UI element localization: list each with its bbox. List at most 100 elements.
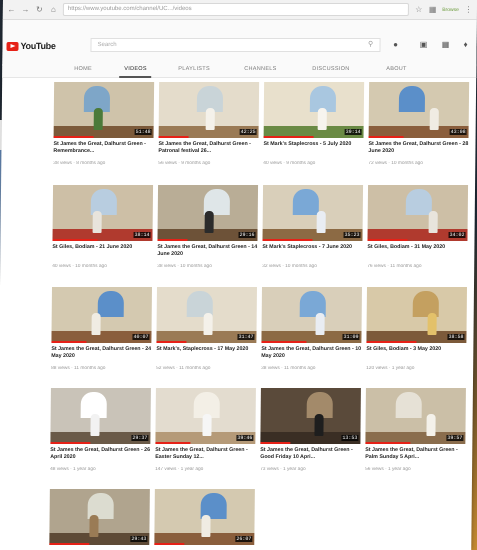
video-duration: 29:16: [238, 232, 256, 238]
video-thumbnail[interactable]: 29:43: [49, 489, 150, 545]
video-duration: 39:14: [344, 129, 362, 135]
video-card[interactable]: 40:07 St James the Great, Dalhurst Green …: [51, 287, 152, 377]
watched-progress-bar: [157, 239, 188, 241]
video-card[interactable]: 29:43: [49, 489, 150, 547]
video-title[interactable]: St James the Great, Dalhurst Green - 26 …: [50, 447, 150, 460]
watched-progress-bar: [262, 239, 313, 241]
watched-progress-bar: [52, 239, 98, 241]
video-duration: 40:07: [132, 334, 150, 340]
video-meta: 38 views · 11 months ago: [261, 366, 316, 371]
video-title[interactable]: St James the Great, Dalhurst Green - Pat…: [158, 141, 258, 154]
video-duration: 13:53: [341, 435, 359, 441]
video-title[interactable]: St Giles, Bodiam - 3 May 2020: [366, 346, 466, 359]
video-title[interactable]: St James the Great, Dalhurst Green - Pal…: [365, 447, 465, 460]
watched-progress-bar: [366, 341, 417, 343]
watched-progress-bar: [261, 341, 307, 343]
thumbnail-figure: [91, 313, 101, 335]
video-card[interactable]: 13:53 St James the Great, Dalhurst Green …: [260, 388, 361, 478]
video-thumbnail[interactable]: 38:14: [52, 185, 154, 241]
video-thumbnail[interactable]: 31:47: [156, 287, 257, 343]
video-thumbnail[interactable]: 31:09: [261, 287, 362, 343]
video-card[interactable]: 26:07: [154, 489, 255, 547]
video-card[interactable]: 35:23 St Mark's Staplecross - 7 June 2020…: [262, 185, 364, 275]
video-card[interactable]: 29:16 St James the Great, Dalhurst Green …: [157, 185, 259, 275]
video-title[interactable]: St James the Great, Dalhurst Green - 24 …: [51, 346, 151, 359]
video-card[interactable]: 38:14 St Giles, Bodiam - 21 June 2020 40 v…: [52, 185, 154, 275]
video-card[interactable]: 34:02 St Giles, Bodiam - 31 May 2020 76 vi…: [367, 185, 469, 275]
video-title[interactable]: St James the Great, Dalhurst Green - Eas…: [155, 447, 255, 460]
video-thumbnail[interactable]: 39:57: [365, 388, 466, 444]
video-thumbnail[interactable]: 35:23: [262, 185, 364, 241]
video-title[interactable]: St Giles, Bodiam - 31 May 2020: [367, 244, 467, 257]
video-thumbnail[interactable]: 42:25: [158, 82, 260, 138]
thumbnail-figure: [428, 211, 438, 233]
thumbnail-window-art: [398, 86, 426, 112]
thumbnail-figure: [427, 313, 437, 335]
thumbnail-window-art: [395, 392, 422, 418]
video-thumbnail[interactable]: 13:53: [260, 388, 361, 444]
video-thumbnail[interactable]: 29:37: [50, 388, 151, 444]
video-card[interactable]: 42:25 St James the Great, Dalhurst Green …: [158, 82, 260, 172]
desktop-background: ← → ↻ ⌂ https://www.youtube.com/channel/…: [0, 0, 477, 550]
video-duration: 34:02: [448, 232, 466, 238]
video-meta: 48 views · 1 year ago: [50, 467, 96, 472]
video-meta: 147 views · 1 year ago: [155, 467, 204, 472]
video-card[interactable]: 39:46 St James the Great, Dalhurst Green …: [155, 388, 256, 478]
video-title[interactable]: St Giles, Bodiam - 21 June 2020: [52, 244, 152, 257]
video-title[interactable]: St James the Great, Dalhurst Green - Goo…: [260, 447, 360, 460]
watched-progress-bar: [50, 442, 91, 444]
watched-progress-bar: [365, 442, 411, 444]
video-card[interactable]: 43:08 St James the Great, Dalhurst Green …: [368, 82, 470, 172]
video-title[interactable]: St James the Great, Dalhurst Green - 28 …: [368, 141, 468, 154]
video-card[interactable]: 39:57 St James the Great, Dalhurst Green …: [365, 388, 466, 478]
video-meta: 52 views · 11 months ago: [156, 366, 211, 371]
thumbnail-figure: [92, 211, 102, 233]
thumbnail-figure: [90, 414, 100, 436]
video-duration: 26:07: [235, 536, 253, 542]
thumbnail-figure: [429, 108, 439, 130]
thumbnail-figure: [316, 211, 326, 233]
video-title[interactable]: St Mark's Staplecross - 5 July 2020: [263, 141, 363, 154]
video-meta: 72 views · 10 months ago: [368, 161, 423, 166]
thumbnail-window-art: [292, 189, 320, 215]
video-thumbnail[interactable]: 39:46: [155, 388, 256, 444]
video-card[interactable]: 29:37 St James the Great, Dalhurst Green …: [50, 388, 151, 478]
thumbnail-figure: [201, 515, 211, 537]
thumbnail-figure: [314, 414, 324, 436]
video-thumbnail[interactable]: 39:14: [263, 82, 365, 138]
video-thumbnail[interactable]: 26:07: [154, 489, 255, 545]
thumbnail-figure: [426, 414, 436, 436]
thumbnail-figure: [205, 108, 215, 130]
video-card[interactable]: 51:48 St James the Great, Dalhurst Green …: [53, 82, 155, 172]
video-title[interactable]: St Mark's Staplecross - 7 June 2020: [262, 244, 362, 257]
watched-progress-bar: [156, 341, 187, 343]
video-duration: 39:57: [446, 435, 464, 441]
watched-progress-bar: [154, 543, 185, 545]
thumbnail-figure: [317, 108, 327, 130]
watched-progress-bar: [51, 341, 87, 343]
video-thumbnail[interactable]: 51:48: [53, 82, 155, 138]
video-duration: 42:25: [239, 129, 257, 135]
watched-progress-bar: [155, 442, 191, 444]
video-thumbnail[interactable]: 29:16: [157, 185, 259, 241]
video-title[interactable]: St James the Great, Dalhurst Green - 10 …: [261, 346, 361, 359]
thumbnail-figure: [93, 108, 103, 130]
video-title[interactable]: St Mark's, Staplecross - 17 May 2020: [156, 346, 256, 359]
thumbnail-window-art: [405, 189, 433, 215]
video-duration: 31:47: [237, 334, 255, 340]
video-card[interactable]: 38:58 St Giles, Bodiam - 3 May 2020 120 vi…: [366, 287, 467, 377]
video-meta: 32 views · 10 months ago: [262, 264, 317, 269]
video-card[interactable]: 39:14 St Mark's Staplecross - 5 July 2020…: [263, 82, 365, 172]
video-meta: 76 views · 11 months ago: [367, 264, 422, 269]
video-thumbnail[interactable]: 34:02: [367, 185, 469, 241]
video-title[interactable]: St James the Great, Dalhurst Green - 14 …: [157, 244, 257, 257]
watched-progress-bar: [260, 442, 291, 444]
video-meta: 56 views · 9 months ago: [158, 161, 211, 166]
video-card[interactable]: 31:47 St Mark's, Staplecross - 17 May 202…: [156, 287, 257, 377]
thumbnail-figure: [202, 414, 212, 436]
video-card[interactable]: 31:09 St James the Great, Dalhurst Green …: [261, 287, 362, 377]
video-title[interactable]: St James the Great, Dalhurst Green - Rem…: [53, 141, 153, 154]
video-thumbnail[interactable]: 38:58: [366, 287, 467, 343]
video-thumbnail[interactable]: 43:08: [368, 82, 470, 138]
video-thumbnail[interactable]: 40:07: [51, 287, 152, 343]
